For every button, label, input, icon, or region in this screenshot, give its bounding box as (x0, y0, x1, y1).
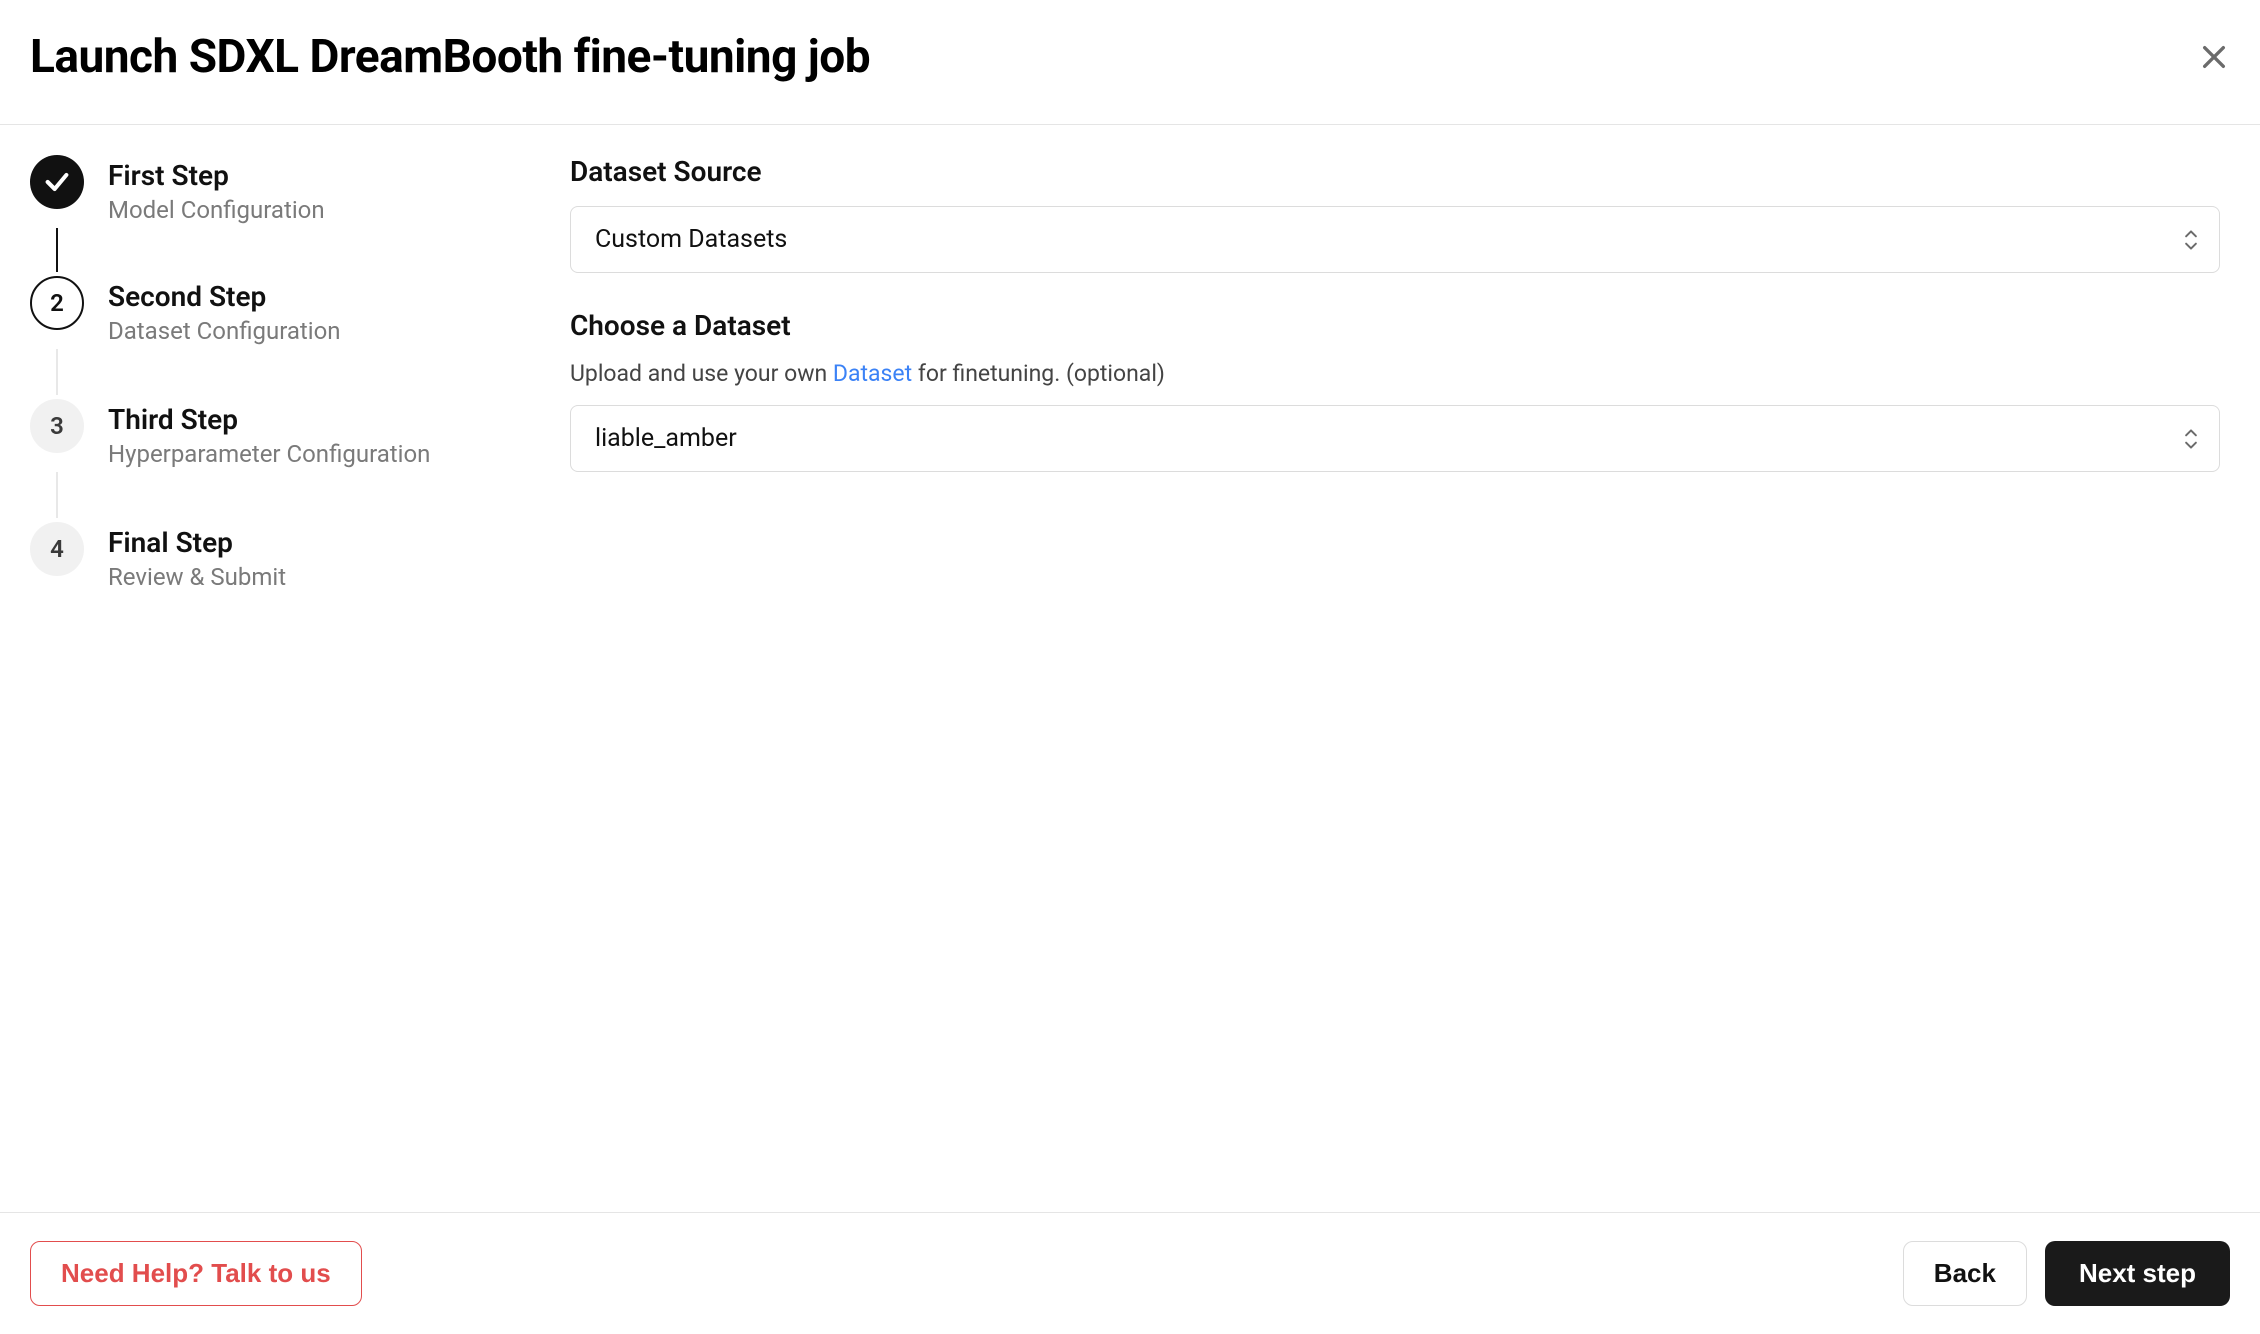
dataset-source-select[interactable]: Custom Datasets (570, 206, 2220, 273)
check-icon (30, 155, 84, 209)
field-help-text: Upload and use your own Dataset for fine… (570, 360, 2220, 387)
step-hyperparameter-configuration[interactable]: 3 Third Step Hyperparameter Configuratio… (30, 399, 570, 468)
help-button[interactable]: Need Help? Talk to us (30, 1241, 362, 1306)
step-title: Final Step (108, 526, 286, 559)
field-label: Choose a Dataset (570, 309, 2220, 342)
close-icon[interactable] (2198, 41, 2230, 73)
select-value: Custom Datasets (595, 225, 787, 254)
step-title: Second Step (108, 280, 341, 313)
step-subtitle: Model Configuration (108, 196, 325, 224)
stepper-sidebar: First Step Model Configuration 2 Second … (30, 155, 570, 591)
chevron-updown-icon (2183, 229, 2199, 251)
step-review-submit[interactable]: 4 Final Step Review & Submit (30, 522, 570, 591)
step-connector (56, 349, 58, 395)
back-button[interactable]: Back (1903, 1241, 2027, 1306)
step-connector (56, 228, 58, 272)
dataset-link[interactable]: Dataset (833, 360, 912, 387)
choose-dataset-select[interactable]: liable_amber (570, 405, 2220, 472)
step-connector (56, 472, 58, 518)
modal-header: Launch SDXL DreamBooth fine-tuning job (0, 0, 2260, 125)
field-label: Dataset Source (570, 155, 2220, 188)
step-title: Third Step (108, 403, 430, 436)
modal-title: Launch SDXL DreamBooth fine-tuning job (30, 30, 870, 84)
dataset-source-section: Dataset Source Custom Datasets (570, 155, 2220, 273)
step-number-badge: 4 (30, 522, 84, 576)
step-title: First Step (108, 159, 325, 192)
modal-footer: Need Help? Talk to us Back Next step (0, 1212, 2260, 1334)
step-subtitle: Review & Submit (108, 563, 286, 591)
step-dataset-configuration[interactable]: 2 Second Step Dataset Configuration (30, 276, 570, 345)
next-step-button[interactable]: Next step (2045, 1241, 2230, 1306)
step-number-badge: 2 (30, 276, 84, 330)
step-subtitle: Hyperparameter Configuration (108, 440, 430, 468)
step-subtitle: Dataset Configuration (108, 317, 341, 345)
select-value: liable_amber (595, 424, 737, 453)
choose-dataset-section: Choose a Dataset Upload and use your own… (570, 309, 2220, 472)
chevron-updown-icon (2183, 428, 2199, 450)
step-model-configuration[interactable]: First Step Model Configuration (30, 155, 570, 224)
step-number-badge: 3 (30, 399, 84, 453)
